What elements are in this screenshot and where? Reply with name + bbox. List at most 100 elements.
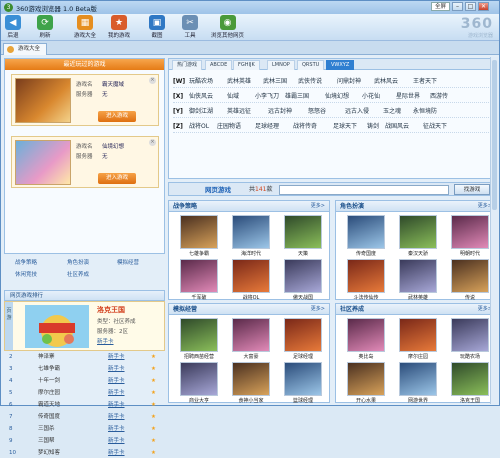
game-keyword-link[interactable]: 征战天下 bbox=[423, 121, 447, 133]
ranking-row[interactable]: 5 摩尔庄园 新手卡 ★ bbox=[4, 388, 165, 398]
game-tile[interactable]: 足球经理 bbox=[281, 318, 325, 360]
game-keyword-link[interactable]: 小花仙 bbox=[362, 91, 380, 103]
newbie-card-link[interactable]: 新手卡 bbox=[108, 388, 125, 398]
game-keyword-link[interactable]: 御剑江湖 bbox=[189, 106, 213, 118]
game-title[interactable]: 战将OL bbox=[229, 294, 273, 301]
enter-game-button[interactable]: 进入游戏 bbox=[98, 111, 136, 122]
game-tile[interactable]: 网游世界 bbox=[396, 362, 440, 404]
ranking-side-tab[interactable]: 页游 bbox=[5, 302, 13, 350]
game-tile[interactable]: 摩尔庄园 bbox=[396, 318, 440, 360]
rank-game-name[interactable]: 神泽寨 bbox=[38, 352, 55, 362]
game-keyword-link[interactable]: 武侠传说 bbox=[298, 76, 322, 88]
ranking-row[interactable]: 8 三国杀 新手卡 ★ bbox=[4, 424, 165, 434]
game-thumbnail[interactable] bbox=[180, 318, 218, 352]
game-thumbnail[interactable] bbox=[347, 215, 385, 249]
ranking-row[interactable]: 6 霸道天地 新手卡 ★ bbox=[4, 400, 165, 410]
game-keyword-link[interactable]: 王者天下 bbox=[413, 76, 437, 88]
game-tile[interactable]: 千军破 bbox=[177, 259, 221, 301]
recent-game-thumbnail[interactable] bbox=[15, 78, 71, 123]
game-keyword-link[interactable]: 仙境幻想 bbox=[325, 91, 349, 103]
game-keyword-link[interactable]: 仙域 bbox=[227, 91, 239, 103]
game-thumbnail[interactable] bbox=[347, 318, 385, 352]
game-keyword-link[interactable]: 足球天下 bbox=[333, 121, 357, 133]
game-thumbnail[interactable] bbox=[347, 362, 385, 396]
game-thumbnail[interactable] bbox=[180, 259, 218, 293]
game-keyword-link[interactable]: 玩酷农场 bbox=[189, 76, 213, 88]
game-search-input[interactable] bbox=[279, 185, 449, 195]
more-link[interactable]: 更多> bbox=[311, 304, 325, 315]
game-thumbnail[interactable] bbox=[399, 362, 437, 396]
enter-game-button[interactable]: 进入游戏 bbox=[98, 173, 136, 184]
game-tile[interactable]: 斗法传仙传 bbox=[344, 259, 388, 301]
rank-game-name[interactable]: 霸道天地 bbox=[38, 400, 60, 410]
game-keyword-link[interactable]: 小李飞刀 bbox=[255, 91, 279, 103]
newbie-card-link[interactable]: 新手卡 bbox=[108, 412, 125, 422]
newbie-card-link[interactable]: 新手卡 bbox=[108, 448, 125, 458]
maximize-icon[interactable]: □ bbox=[465, 2, 477, 11]
game-keyword-link[interactable]: 战国风云 bbox=[385, 121, 409, 133]
game-thumbnail[interactable] bbox=[399, 259, 437, 293]
close-icon[interactable]: × bbox=[149, 139, 156, 146]
recent-game-thumbnail[interactable] bbox=[15, 140, 71, 185]
game-thumbnail[interactable] bbox=[232, 318, 270, 352]
scrollbar-thumb[interactable] bbox=[492, 60, 497, 210]
game-keyword-link[interactable]: 怒怒谷 bbox=[308, 106, 326, 118]
toolbar-game-box-button[interactable]: ▦ 游戏大全 bbox=[74, 15, 96, 39]
game-keyword-link[interactable]: 武林三国 bbox=[263, 76, 287, 88]
game-title[interactable]: 武林英雄 bbox=[396, 294, 440, 301]
game-keyword-link[interactable]: 雄霸三国 bbox=[285, 91, 309, 103]
game-title[interactable]: 网游世界 bbox=[396, 397, 440, 404]
game-title[interactable]: 传说 bbox=[448, 294, 492, 301]
game-tile[interactable]: 食神小当家 bbox=[229, 362, 273, 404]
game-keyword-link[interactable]: 玉之魂 bbox=[383, 106, 401, 118]
newbie-card-link[interactable]: 新手卡 bbox=[108, 364, 125, 374]
letter-tab[interactable]: FGHIJK bbox=[233, 60, 260, 70]
game-thumbnail[interactable] bbox=[347, 259, 385, 293]
newbie-card-link[interactable]: 新手卡 bbox=[108, 352, 125, 362]
toolbar-screenshot-button[interactable]: ▣ 截图 bbox=[149, 15, 165, 39]
game-title[interactable]: 篮球经理 bbox=[281, 397, 325, 404]
game-thumbnail[interactable] bbox=[284, 362, 322, 396]
featured-game[interactable]: 页游 洛克王国 类型：社区养成 服务器：2区 新手卡 bbox=[4, 301, 165, 351]
rank-game-name[interactable]: 传奇国度 bbox=[38, 412, 60, 422]
game-tile[interactable]: 招聘西苗经营 bbox=[177, 318, 221, 360]
game-tile[interactable]: 海洋时代 bbox=[229, 215, 273, 257]
game-keyword-link[interactable]: 星际世界 bbox=[396, 91, 420, 103]
game-thumbnail[interactable] bbox=[284, 318, 322, 352]
ranking-row[interactable]: 10 梦幻知客 新手卡 ★ bbox=[4, 448, 165, 458]
tab-game-center[interactable]: 游戏大全 bbox=[3, 43, 48, 55]
game-tile[interactable]: 洛克王国 bbox=[448, 362, 492, 404]
game-title[interactable]: 天策 bbox=[281, 250, 325, 257]
category-link[interactable]: 模拟经营 bbox=[117, 258, 139, 266]
game-thumbnail[interactable] bbox=[232, 362, 270, 396]
game-thumbnail[interactable] bbox=[284, 259, 322, 293]
featured-newbie-card-link[interactable]: 新手卡 bbox=[97, 337, 114, 345]
category-link[interactable]: 休闲竞技 bbox=[15, 270, 37, 278]
game-tile[interactable]: 商业大亨 bbox=[177, 362, 221, 404]
game-keyword-link[interactable]: 问鼎封神 bbox=[337, 76, 361, 88]
game-title[interactable]: 招聘西苗经营 bbox=[177, 353, 221, 360]
minimize-icon[interactable]: – bbox=[452, 2, 464, 11]
game-tile[interactable]: 秦汉天骄 bbox=[396, 215, 440, 257]
game-thumbnail[interactable] bbox=[451, 259, 489, 293]
game-keyword-link[interactable]: 足球经理 bbox=[255, 121, 279, 133]
ranking-row[interactable]: 4 十年一剑 新手卡 ★ bbox=[4, 376, 165, 386]
rank-game-name[interactable]: 三国杀 bbox=[38, 424, 55, 434]
close-icon[interactable]: × bbox=[149, 77, 156, 84]
rank-game-name[interactable]: 摩尔庄园 bbox=[38, 388, 60, 398]
game-thumbnail[interactable] bbox=[451, 215, 489, 249]
game-tile[interactable]: 传奇国度 bbox=[344, 215, 388, 257]
game-title[interactable]: 千军破 bbox=[177, 294, 221, 301]
category-link[interactable]: 战争策略 bbox=[15, 258, 37, 266]
game-title[interactable]: 商业大亨 bbox=[177, 397, 221, 404]
game-tile[interactable]: 七雄争霸 bbox=[177, 215, 221, 257]
game-keyword-link[interactable]: 远古入侵 bbox=[345, 106, 369, 118]
game-tile[interactable]: 明朝时代 bbox=[448, 215, 492, 257]
game-title[interactable]: 洛克王国 bbox=[448, 397, 492, 404]
game-tile[interactable]: 天策 bbox=[281, 215, 325, 257]
game-tile[interactable]: 开心水果 bbox=[344, 362, 388, 404]
category-link[interactable]: 角色扮演 bbox=[67, 258, 89, 266]
featured-game-name[interactable]: 洛克王国 bbox=[97, 305, 125, 315]
ranking-row[interactable]: 2 神泽寨 新手卡 ★ bbox=[4, 352, 165, 362]
game-title[interactable]: 足球经理 bbox=[281, 353, 325, 360]
